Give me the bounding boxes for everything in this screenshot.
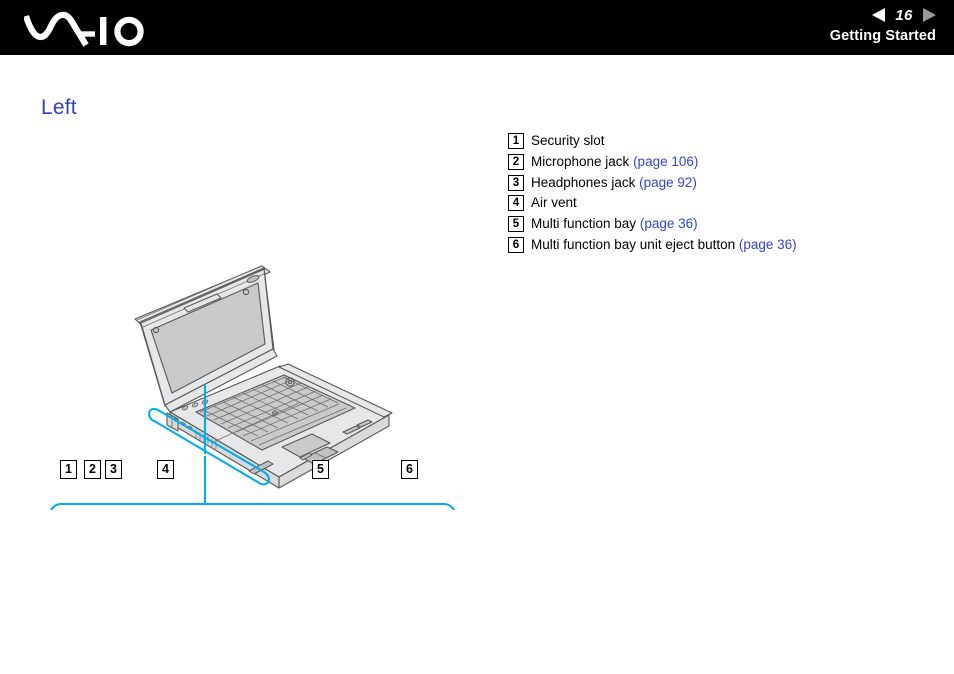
legend-number-4: 4 [508, 195, 524, 212]
vaio-logo-icon [23, 8, 154, 48]
legend-item-microphone-jack: 2 Microphone jack (page 106) [508, 152, 928, 173]
legend-page-ref-2[interactable]: (page 106) [633, 154, 698, 169]
legend-label-5: Multi function bay (page 36) [531, 216, 698, 232]
legend-label-6: Multi function bay unit eject button (pa… [531, 236, 797, 252]
legend-page-ref-5[interactable]: (page 36) [640, 216, 698, 231]
page-title: Left [41, 96, 77, 119]
detail-callout-4: 4 [157, 460, 174, 479]
legend-item-security-slot: 1 Security slot [508, 131, 928, 152]
detail-callout-1: 1 [60, 460, 77, 479]
legend-label-3: Headphones jack (page 92) [531, 174, 697, 190]
legend-number-6: 6 [508, 236, 524, 253]
legend-item-headphones-jack: 3 Headphones jack (page 92) [508, 173, 928, 194]
legend-number-2: 2 [508, 153, 524, 170]
legend-number-5: 5 [508, 216, 524, 233]
detail-view-frame [50, 502, 455, 510]
legend-label-2: Microphone jack (page 106) [531, 153, 699, 169]
legend-page-ref-6[interactable]: (page 36) [739, 237, 797, 252]
detail-callout-6: 6 [401, 460, 418, 479]
header-bar: 16 Getting Started [0, 0, 954, 55]
illustration-area: .ln { fill:none; stroke:#58585a; stroke-… [0, 120, 500, 510]
legend-number-1: 1 [508, 133, 524, 149]
legend-label-1: Security slot [531, 133, 605, 148]
page-number: 16 [895, 6, 913, 24]
legend-item-air-vent: 4 Air vent [508, 193, 928, 214]
next-page-icon[interactable] [923, 8, 936, 22]
legend-label-4: Air vent [531, 195, 577, 211]
header-navigation: 16 [872, 5, 936, 25]
detail-callout-3: 3 [105, 460, 122, 479]
left-side-detail-view [50, 502, 455, 510]
legend-list: 1 Security slot 2 Microphone jack (page … [508, 131, 928, 256]
previous-page-icon[interactable] [872, 8, 885, 22]
legend-item-multi-function-bay: 5 Multi function bay (page 36) [508, 214, 928, 235]
legend-page-ref-3[interactable]: (page 92) [639, 175, 697, 190]
detail-callout-5: 5 [312, 460, 329, 479]
legend-number-3: 3 [508, 174, 524, 191]
detail-callout-2: 2 [84, 460, 101, 479]
section-title: Getting Started [829, 28, 936, 44]
legend-item-multi-function-bay-eject: 6 Multi function bay unit eject button (… [508, 235, 928, 256]
